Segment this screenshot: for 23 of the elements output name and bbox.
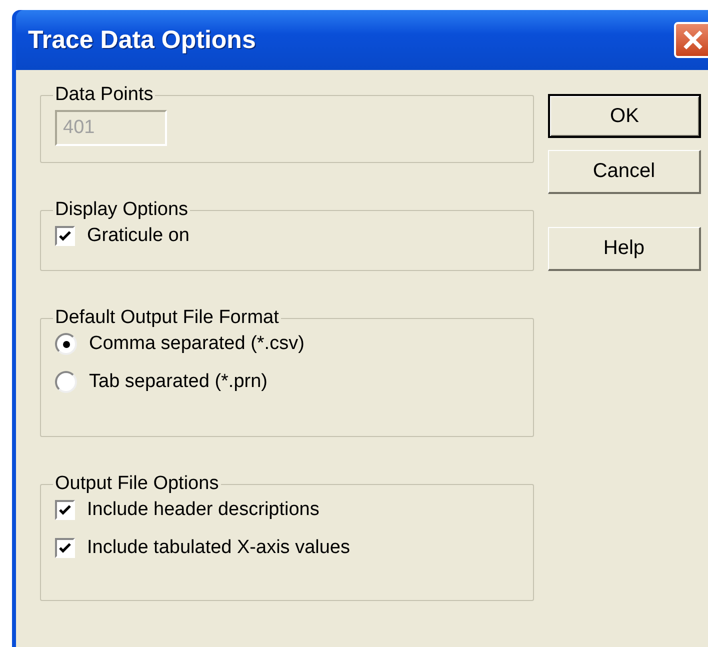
checkbox-label: Include tabulated X-axis values: [87, 537, 350, 559]
check-icon: [59, 504, 71, 516]
checkbox[interactable]: [55, 538, 75, 558]
dialog-button[interactable]: Help: [548, 227, 701, 271]
radio-button[interactable]: [55, 371, 77, 393]
group-title: Default Output File Format: [54, 307, 280, 329]
group-title: Display Options: [54, 199, 190, 221]
close-button[interactable]: [674, 22, 708, 58]
check-icon: [59, 542, 71, 554]
radio-button[interactable]: [55, 333, 77, 355]
group-title: Data Points: [54, 84, 154, 106]
radio-label: Comma separated (*.csv): [89, 333, 304, 355]
radio-label: Tab separated (*.prn): [89, 371, 268, 393]
checkbox[interactable]: [55, 500, 75, 520]
checkbox-label: Include header descriptions: [87, 499, 320, 521]
group-title: Output File Options: [54, 473, 220, 495]
dialog-button[interactable]: OK: [548, 94, 701, 138]
window-title: Trace Data Options: [28, 26, 256, 54]
checkbox[interactable]: [55, 226, 75, 246]
close-icon: [682, 29, 704, 51]
checkbox-label: Graticule on: [87, 225, 190, 247]
dialog-button[interactable]: Cancel: [548, 150, 701, 194]
check-icon: [59, 230, 71, 242]
